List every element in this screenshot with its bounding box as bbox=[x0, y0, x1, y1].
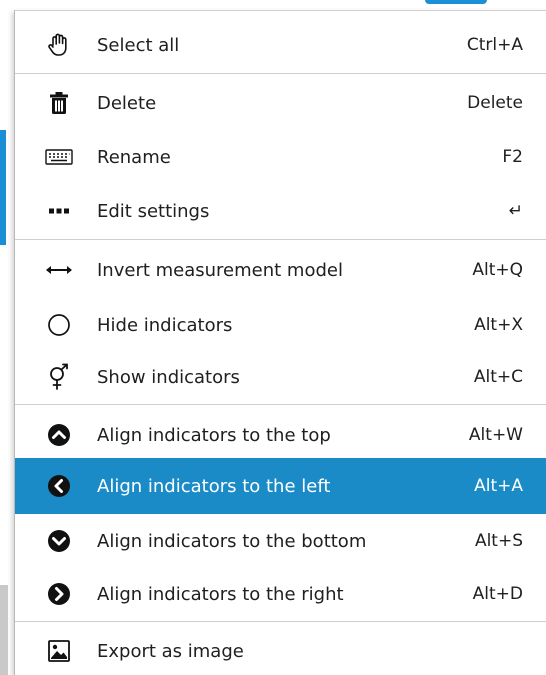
circle-icon bbox=[45, 311, 73, 339]
keyboard-icon bbox=[45, 143, 73, 171]
chevron-up-circle-icon bbox=[45, 421, 73, 449]
menu-item-label: Edit settings bbox=[97, 200, 210, 222]
menu-separator bbox=[15, 621, 546, 622]
menu-item-shortcut: Delete bbox=[467, 93, 523, 113]
image-icon bbox=[45, 637, 73, 665]
menu-item-label: Align indicators to the top bbox=[97, 424, 331, 446]
menu-item-label: Invert measurement model bbox=[97, 259, 343, 281]
background-selection-bar bbox=[0, 130, 6, 245]
menu-item-shortcut: F2 bbox=[502, 147, 523, 167]
menu-separator bbox=[15, 73, 546, 74]
menu-item-label: Align indicators to the bottom bbox=[97, 530, 367, 552]
menu-item-invert-measurement-model[interactable]: Invert measurement model Alt+Q bbox=[15, 242, 546, 298]
menu-item-shortcut: Alt+D bbox=[472, 584, 523, 604]
menu-separator bbox=[15, 404, 546, 405]
menu-item-shortcut: Ctrl+A bbox=[466, 35, 523, 55]
context-menu: Select all Ctrl+A Delete Delete Rename F… bbox=[14, 10, 546, 675]
trash-icon bbox=[45, 89, 73, 117]
menu-item-shortcut: Alt+W bbox=[468, 425, 523, 445]
menu-item-label: Align indicators to the left bbox=[97, 475, 331, 497]
menu-item-shortcut: Alt+A bbox=[474, 476, 523, 496]
background-panel-edge bbox=[0, 585, 8, 675]
menu-item-label: Delete bbox=[97, 92, 157, 114]
menu-item-label: Export as image bbox=[97, 640, 244, 662]
menu-item-align-left[interactable]: Align indicators to the left Alt+A bbox=[15, 458, 546, 514]
hand-pointer-icon bbox=[45, 31, 73, 59]
menu-item-label: Select all bbox=[97, 34, 180, 56]
menu-item-edit-settings[interactable]: Edit settings ↵ bbox=[15, 183, 546, 239]
menu-item-align-right[interactable]: Align indicators to the right Alt+D bbox=[15, 566, 546, 622]
chevron-left-circle-icon bbox=[45, 472, 73, 500]
chevron-down-circle-icon bbox=[45, 527, 73, 555]
app-page: Select all Ctrl+A Delete Delete Rename F… bbox=[0, 0, 546, 675]
menu-item-shortcut: Alt+C bbox=[473, 367, 523, 387]
menu-item-show-indicators[interactable]: Show indicators Alt+C bbox=[15, 349, 546, 405]
double-arrow-icon bbox=[45, 256, 73, 284]
menu-item-label: Rename bbox=[97, 146, 171, 168]
menu-item-shortcut: Alt+X bbox=[474, 315, 523, 335]
menu-item-hide-indicators[interactable]: Hide indicators Alt+X bbox=[15, 297, 546, 353]
menu-item-delete[interactable]: Delete Delete bbox=[15, 75, 546, 131]
menu-item-shortcut: Alt+Q bbox=[472, 260, 523, 280]
chevron-right-circle-icon bbox=[45, 580, 73, 608]
menu-item-align-bottom[interactable]: Align indicators to the bottom Alt+S bbox=[15, 513, 546, 569]
menu-item-label: Show indicators bbox=[97, 366, 240, 388]
menu-item-rename[interactable]: Rename F2 bbox=[15, 129, 546, 185]
menu-item-align-top[interactable]: Align indicators to the top Alt+W bbox=[15, 407, 546, 463]
background-tab-accent bbox=[425, 0, 487, 4]
menu-item-export-image[interactable]: Export as image bbox=[15, 623, 546, 675]
menu-item-shortcut: ↵ bbox=[508, 201, 523, 221]
menu-item-shortcut: Alt+S bbox=[474, 531, 523, 551]
menu-item-label: Hide indicators bbox=[97, 314, 233, 336]
menu-item-select-all[interactable]: Select all Ctrl+A bbox=[15, 17, 546, 73]
menu-separator bbox=[15, 239, 546, 240]
ellipsis-icon bbox=[45, 197, 73, 225]
menu-item-label: Align indicators to the right bbox=[97, 583, 344, 605]
venus-mars-icon bbox=[45, 363, 73, 391]
